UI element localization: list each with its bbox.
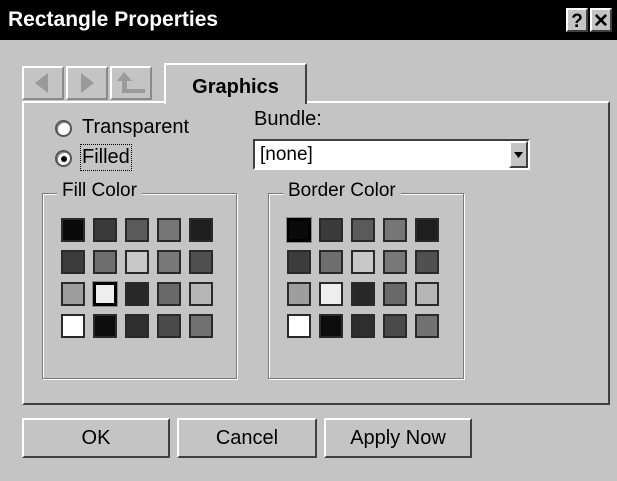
fill-color-swatch[interactable] bbox=[93, 250, 117, 274]
close-button[interactable]: ✕ bbox=[590, 8, 612, 32]
fill-color-swatch[interactable] bbox=[61, 314, 85, 338]
fill-color-swatch[interactable] bbox=[157, 314, 181, 338]
right-arrow-icon bbox=[81, 73, 94, 93]
fill-color-swatch[interactable] bbox=[125, 250, 149, 274]
fill-color-group: Fill Color bbox=[42, 180, 237, 379]
border-color-group: Border Color bbox=[268, 180, 464, 379]
border-color-swatch[interactable] bbox=[383, 218, 407, 242]
fill-color-swatch[interactable] bbox=[189, 250, 213, 274]
fill-color-swatch[interactable] bbox=[157, 282, 181, 306]
bundle-label: Bundle: bbox=[254, 108, 322, 130]
border-color-swatch[interactable] bbox=[319, 314, 343, 338]
radio-selected-dot bbox=[61, 156, 67, 162]
border-color-swatch[interactable] bbox=[351, 250, 375, 274]
border-color-swatch[interactable] bbox=[351, 218, 375, 242]
window-title: Rectangle Properties bbox=[8, 8, 219, 31]
fill-color-swatch[interactable] bbox=[93, 218, 117, 242]
border-color-swatch[interactable] bbox=[351, 314, 375, 338]
fill-color-label: Fill Color bbox=[57, 180, 142, 202]
border-color-swatch[interactable] bbox=[383, 250, 407, 274]
fill-color-swatch[interactable] bbox=[93, 282, 117, 306]
bundle-value: [none] bbox=[260, 144, 313, 165]
fill-color-swatch[interactable] bbox=[61, 250, 85, 274]
border-color-swatch[interactable] bbox=[287, 218, 311, 242]
chevron-down-icon bbox=[514, 152, 523, 158]
border-color-swatch[interactable] bbox=[415, 282, 439, 306]
apply-now-button[interactable]: Apply Now bbox=[324, 418, 472, 458]
help-button[interactable]: ? bbox=[566, 8, 588, 32]
transparent-label: Transparent bbox=[82, 116, 190, 138]
forward-button[interactable] bbox=[66, 66, 108, 100]
fill-color-swatch[interactable] bbox=[189, 314, 213, 338]
border-color-swatch[interactable] bbox=[319, 250, 343, 274]
border-color-swatch[interactable] bbox=[287, 282, 311, 306]
border-color-swatch[interactable] bbox=[319, 218, 343, 242]
border-color-swatch[interactable] bbox=[351, 282, 375, 306]
bundle-dropdown-button[interactable] bbox=[509, 141, 528, 168]
left-arrow-icon bbox=[35, 73, 48, 93]
back-button[interactable] bbox=[22, 66, 64, 100]
border-color-swatch[interactable] bbox=[319, 282, 343, 306]
transparent-radio[interactable] bbox=[55, 120, 72, 137]
bundle-select[interactable]: [none] bbox=[253, 139, 530, 170]
border-color-swatch[interactable] bbox=[415, 218, 439, 242]
fill-color-swatch[interactable] bbox=[125, 218, 149, 242]
fill-color-swatch[interactable] bbox=[189, 282, 213, 306]
cancel-button[interactable]: Cancel bbox=[177, 418, 317, 458]
fill-color-swatch[interactable] bbox=[93, 314, 117, 338]
fill-color-swatch[interactable] bbox=[125, 282, 149, 306]
fill-color-swatch[interactable] bbox=[157, 250, 181, 274]
fill-color-swatch[interactable] bbox=[189, 218, 213, 242]
fill-color-swatch[interactable] bbox=[61, 218, 85, 242]
fill-color-swatch[interactable] bbox=[61, 282, 85, 306]
border-color-swatch[interactable] bbox=[383, 314, 407, 338]
fill-color-swatch[interactable] bbox=[125, 314, 149, 338]
filled-label: Filled bbox=[80, 144, 132, 171]
filled-radio[interactable] bbox=[55, 150, 72, 167]
border-color-swatch[interactable] bbox=[415, 250, 439, 274]
border-color-swatch[interactable] bbox=[383, 282, 407, 306]
up-level-icon bbox=[117, 72, 145, 93]
border-color-label: Border Color bbox=[283, 180, 401, 202]
border-color-swatch[interactable] bbox=[415, 314, 439, 338]
fill-color-swatch[interactable] bbox=[157, 218, 181, 242]
ok-button[interactable]: OK bbox=[22, 418, 170, 458]
title-bar: Rectangle Properties ? ✕ bbox=[0, 0, 617, 40]
up-level-button[interactable] bbox=[110, 66, 152, 100]
border-color-swatch[interactable] bbox=[287, 314, 311, 338]
tab-graphics[interactable]: Graphics bbox=[164, 63, 307, 104]
border-color-swatch[interactable] bbox=[287, 250, 311, 274]
